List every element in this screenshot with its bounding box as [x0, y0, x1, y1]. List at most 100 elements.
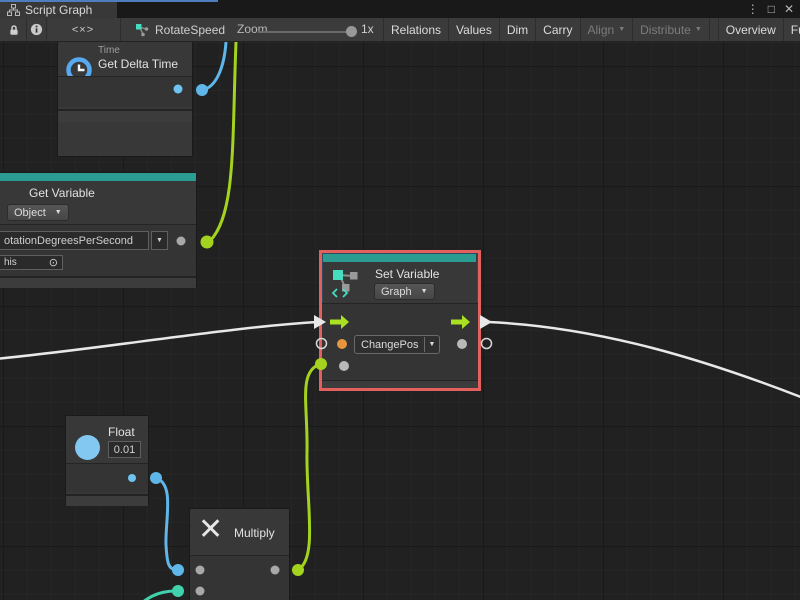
graph-toolbar: <×> RotateSpeed Zoom 1x Relations Values… [0, 18, 800, 42]
wire-end-dot[interactable] [292, 564, 304, 576]
variable-name-dropdown[interactable]: ChangePos ▼ [354, 335, 440, 354]
lock-button[interactable] [2, 18, 26, 41]
dim-button[interactable]: Dim [500, 18, 536, 41]
tab-script-graph[interactable]: Script Graph [0, 2, 117, 18]
set-variable-icon [331, 267, 363, 300]
toolbar-separator [120, 18, 121, 41]
variable-name-field[interactable]: otationDegreesPerSecond [0, 231, 149, 250]
chevron-down-icon: ▼ [156, 237, 163, 244]
node-port-section [190, 556, 289, 600]
info-button[interactable] [27, 18, 46, 41]
node-title: Multiply [234, 526, 275, 540]
node-get-delta-time[interactable]: Time Get Delta Time [57, 42, 193, 157]
wire-rotation-speed[interactable] [210, 42, 236, 241]
wire-end-dot[interactable] [172, 585, 184, 597]
window-close-icon[interactable]: ✕ [784, 2, 794, 16]
distribute-label: Distribute [640, 23, 691, 37]
values-button[interactable]: Values [449, 18, 500, 41]
distribute-dropdown-button[interactable]: Distribute ▼ [633, 18, 710, 41]
variable-name-value: otationDegreesPerSecond [4, 235, 133, 247]
align-label: Align [588, 23, 615, 37]
node-title: Set Variable [375, 267, 439, 281]
full-screen-label: Full Screen [791, 23, 800, 37]
window-menu-icon[interactable]: ⋮ [747, 2, 759, 16]
window-maximize-icon[interactable]: □ [768, 2, 775, 16]
node-set-variable[interactable]: Set Variable Graph ▼ ChangePos [319, 250, 481, 391]
flow-ports [330, 314, 470, 330]
wire-end-dot[interactable] [150, 472, 162, 484]
wire-flow-in[interactable] [0, 322, 318, 359]
node-category: Time [98, 45, 120, 56]
script-graph-asset-icon [135, 23, 149, 37]
overview-button[interactable]: Overview [718, 18, 784, 41]
wire-float-to-multiply[interactable] [156, 478, 177, 570]
scope-label: Graph [381, 286, 412, 298]
align-dropdown-button[interactable]: Align ▼ [581, 18, 634, 41]
code-graph-icon: <×> [72, 24, 94, 36]
flow-arrow-out [480, 315, 492, 329]
values-label: Values [456, 23, 492, 37]
info-icon [30, 23, 43, 36]
node-title: Get Delta Time [98, 57, 178, 71]
variable-scope-dropdown[interactable]: Object ▼ [7, 204, 69, 221]
node-footer [0, 276, 196, 288]
relations-label: Relations [391, 23, 441, 37]
chevron-down-icon: ▼ [695, 26, 702, 33]
wire-end-dot[interactable] [172, 564, 184, 576]
graph-reference[interactable]: RotateSpeed [135, 18, 225, 41]
target-value: his [4, 257, 17, 268]
variable-name-dropdown-button[interactable]: ▼ [151, 231, 168, 250]
wire-flow-out[interactable] [488, 322, 800, 399]
graph-canvas[interactable]: Time Get Delta Time Get Variable Object … [0, 42, 800, 600]
node-multiply[interactable]: ✕ Multiply A A × B B [189, 508, 290, 600]
float-value: 0.01 [114, 444, 135, 456]
node-float[interactable]: Float 0.01 [65, 415, 149, 505]
flow-output-arrow-icon[interactable] [451, 315, 470, 329]
zoom-value: 1x [361, 22, 374, 36]
wire-end-dot[interactable] [201, 236, 214, 249]
float-value-field[interactable]: 0.01 [108, 441, 141, 458]
chevron-down-icon: ▼ [618, 26, 625, 33]
graph-name-label: RotateSpeed [155, 23, 225, 37]
multiply-icon: ✕ [198, 512, 223, 547]
zoom-slider-track[interactable] [258, 31, 352, 33]
title-bar: Script Graph ⋮ □ ✕ [0, 0, 800, 18]
value-input-port[interactable] [339, 361, 349, 371]
node-footer [58, 109, 192, 122]
node-footer [322, 380, 478, 388]
wire-delta-time[interactable] [202, 42, 226, 90]
object-picker-icon: ⊙ [49, 256, 58, 269]
chevron-down-icon: ▼ [55, 209, 62, 216]
scope-label: Object [14, 207, 46, 219]
node-port-section [58, 77, 192, 107]
node-get-variable[interactable]: Get Variable Object ▼ otationDegreesPerS… [0, 172, 197, 287]
node-footer [66, 494, 148, 506]
flow-input-arrow-icon[interactable] [330, 315, 349, 329]
variable-name-port[interactable] [337, 339, 347, 349]
full-screen-button[interactable]: Full Screen [784, 18, 800, 41]
lock-icon [8, 24, 20, 36]
carry-label: Carry [543, 23, 572, 37]
node-port-section [66, 464, 148, 492]
relations-button[interactable]: Relations [383, 18, 449, 41]
zoom-slider-handle[interactable] [346, 26, 357, 37]
float-type-icon [75, 435, 100, 460]
variable-node-header-bar [323, 254, 476, 262]
variable-name-value: ChangePos [361, 339, 419, 351]
wire-end-dot[interactable] [196, 84, 208, 96]
variable-target-field[interactable]: his ⊙ [0, 255, 63, 270]
edit-graph-button[interactable]: <×> [47, 18, 119, 41]
node-title: Float [108, 425, 135, 439]
chevron-down-icon: ▼ [424, 337, 440, 352]
carry-button[interactable]: Carry [536, 18, 580, 41]
value-output-port[interactable] [457, 339, 467, 349]
zoom-label: Zoom [237, 22, 268, 36]
graph-hierarchy-icon [7, 4, 20, 16]
variable-scope-dropdown[interactable]: Graph ▼ [374, 283, 435, 300]
wire-multiply-to-set[interactable] [298, 364, 320, 570]
node-title: Get Variable [29, 186, 95, 200]
wire-to-multiply-b[interactable] [126, 591, 176, 600]
dim-label: Dim [507, 23, 528, 37]
unconnected-port-ring-right[interactable] [482, 339, 492, 349]
chevron-down-icon: ▼ [421, 288, 428, 295]
